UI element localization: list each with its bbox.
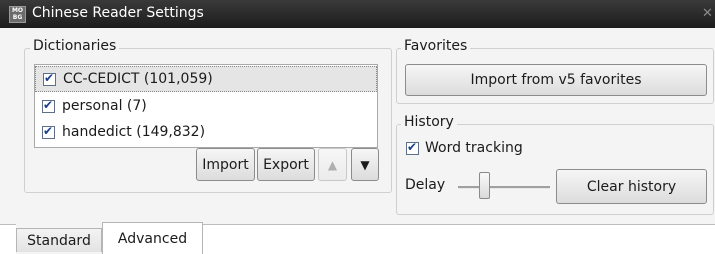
import-favorites-button[interactable]: Import from v5 favorites — [405, 64, 707, 96]
history-group-label: History — [401, 114, 457, 130]
dictionary-checkbox[interactable]: ✔ — [42, 97, 55, 113]
window-title: Chinese Reader Settings — [32, 5, 204, 21]
delay-label: Delay — [405, 177, 446, 193]
dictionary-label: personal (7) — [62, 98, 147, 114]
dictionary-label: CC-CEDICT (101,059) — [63, 71, 213, 87]
dictionary-label: handedict (149,832) — [62, 124, 206, 140]
tab-content-area — [203, 224, 715, 254]
favorites-group-label: Favorites — [401, 38, 471, 54]
clear-history-button[interactable]: Clear history — [556, 169, 707, 204]
list-item[interactable]: ✔ personal (7) — [35, 93, 377, 119]
move-down-button[interactable]: ▼ — [351, 148, 379, 181]
app-icon: MO BG — [9, 6, 26, 23]
move-up-button[interactable]: ▲ — [318, 148, 347, 181]
export-button[interactable]: Export — [257, 148, 315, 181]
import-button[interactable]: Import — [196, 148, 255, 181]
checkmark-icon: ✔ — [43, 123, 54, 138]
dictionary-checkbox[interactable]: ✔ — [43, 70, 56, 86]
dictionaries-group-label: Dictionaries — [30, 38, 120, 54]
triangle-up-icon: ▲ — [327, 157, 338, 172]
word-tracking-option[interactable]: ✔ Word tracking — [406, 140, 523, 156]
list-item[interactable]: ✔ CC-CEDICT (101,059) — [35, 66, 377, 92]
checkmark-icon: ✔ — [407, 139, 418, 154]
word-tracking-label: Word tracking — [425, 140, 523, 156]
checkmark-icon: ✔ — [44, 70, 55, 85]
close-icon[interactable]: ✕ — [702, 6, 713, 21]
delay-slider-track[interactable] — [458, 186, 550, 189]
checkmark-icon: ✔ — [43, 97, 54, 112]
list-item[interactable]: ✔ handedict (149,832) — [35, 119, 377, 145]
dictionary-list[interactable]: ✔ CC-CEDICT (101,059) ✔ personal (7) ✔ h… — [34, 64, 378, 148]
word-tracking-checkbox[interactable]: ✔ — [406, 139, 419, 155]
tab-strip-edge — [0, 224, 16, 254]
triangle-down-icon: ▼ — [360, 157, 370, 172]
dictionary-checkbox[interactable]: ✔ — [42, 123, 55, 139]
tab-advanced[interactable]: Advanced — [102, 222, 203, 254]
title-bar: MO BG Chinese Reader Settings ✕ — [0, 0, 715, 28]
tab-standard[interactable]: Standard — [16, 228, 102, 252]
delay-slider-thumb[interactable] — [479, 172, 490, 199]
